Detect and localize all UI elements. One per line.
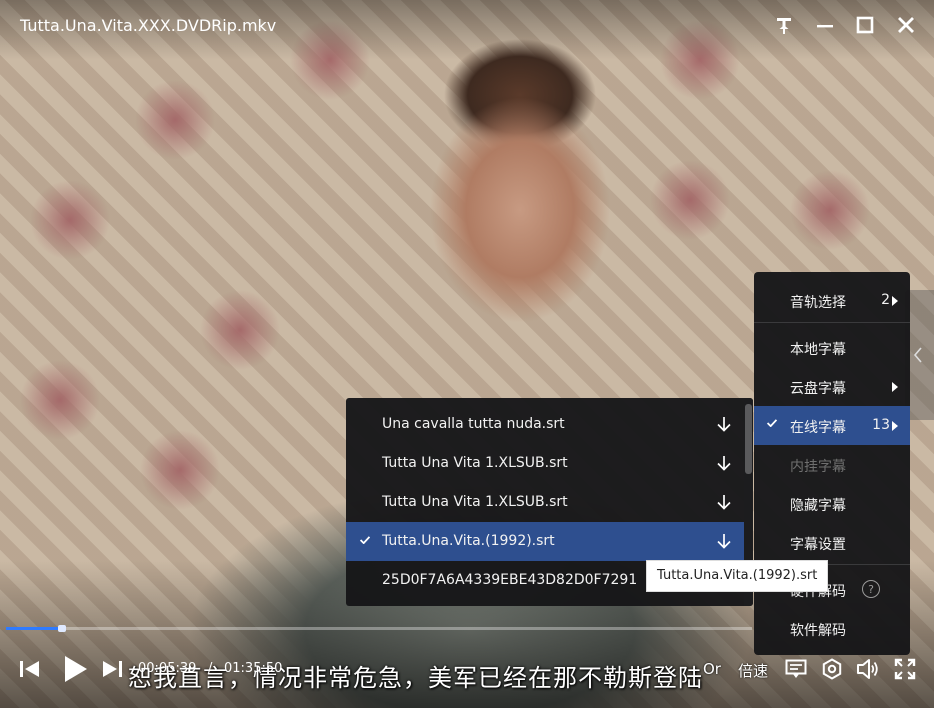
menu-item-cloud-subtitle[interactable]: 云盘字幕 bbox=[754, 367, 910, 406]
window-title: Tutta.Una.Vita.XXX.DVDRip.mkv bbox=[20, 16, 277, 35]
menu-item-subtitle-settings[interactable]: 字幕设置 bbox=[754, 523, 910, 562]
close-icon[interactable] bbox=[894, 13, 918, 37]
menu-item-label: 软件解码 bbox=[790, 623, 846, 639]
menu-item-count: 2 bbox=[881, 292, 890, 308]
menu-item-software-decode[interactable]: 软件解码 bbox=[754, 609, 910, 648]
menu-divider bbox=[754, 322, 910, 323]
subtitle-name: Tutta Una Vita 1.XLSUB.srt bbox=[382, 494, 568, 510]
minimize-icon[interactable] bbox=[813, 13, 837, 37]
fullscreen-icon[interactable] bbox=[893, 657, 917, 681]
subtitle-item[interactable]: Tutta Una Vita 1.XLSUB.srt bbox=[346, 483, 744, 522]
pin-icon[interactable] bbox=[772, 13, 796, 37]
rate-label[interactable]: Or bbox=[703, 660, 721, 678]
menu-item-online-subtitle[interactable]: 在线字幕 13 bbox=[754, 406, 910, 445]
menu-item-count: 13 bbox=[872, 417, 890, 433]
submenu-arrow-icon bbox=[892, 382, 898, 392]
subtitle-name: Una cavalla tutta nuda.srt bbox=[382, 416, 565, 432]
speed-button[interactable]: 倍速 bbox=[738, 660, 768, 681]
scrollbar-thumb[interactable] bbox=[745, 404, 752, 474]
time-separator: / bbox=[208, 661, 213, 676]
menu-item-hide-subtitle[interactable]: 隐藏字幕 bbox=[754, 484, 910, 523]
progress-bar[interactable] bbox=[6, 625, 752, 632]
menu-item-label: 字幕设置 bbox=[790, 537, 846, 553]
menu-item-label: 音轨选择 bbox=[790, 295, 846, 311]
current-time: 00:05:39 bbox=[138, 661, 197, 676]
subtitle-icon[interactable] bbox=[784, 657, 808, 681]
menu-item-audio-track[interactable]: 音轨选择 2 bbox=[754, 281, 910, 320]
previous-icon[interactable] bbox=[18, 657, 42, 681]
subtitle-name: Tutta.Una.Vita.(1992).srt bbox=[382, 533, 555, 549]
subtitle-item[interactable]: Una cavalla tutta nuda.srt bbox=[346, 405, 744, 444]
menu-item-embedded-subtitle: 内挂字幕 bbox=[754, 445, 910, 484]
submenu-arrow-icon bbox=[892, 296, 898, 306]
progress-knob[interactable] bbox=[58, 625, 67, 632]
menu-item-label: 内挂字幕 bbox=[790, 459, 846, 475]
menu-item-label: 云盘字幕 bbox=[790, 381, 846, 397]
subtitle-text: 恕我直言，情况非常危急，美军已经在那不勒斯登陆 bbox=[128, 664, 703, 692]
context-menu: 音轨选择 2 本地字幕 云盘字幕 在线字幕 13 内挂字幕 隐藏字幕 字幕设置 … bbox=[754, 272, 910, 655]
download-icon[interactable] bbox=[716, 494, 732, 510]
submenu-arrow-icon bbox=[892, 421, 898, 431]
check-icon bbox=[766, 419, 778, 427]
subtitle-name: 25D0F7A6A4339EBE43D82D0F7291 bbox=[382, 572, 638, 588]
subtitle-item[interactable]: Tutta Una Vita 1.XLSUB.srt bbox=[346, 444, 744, 483]
menu-item-label: 隐藏字幕 bbox=[790, 498, 846, 514]
subtitle-item-selected[interactable]: Tutta.Una.Vita.(1992).srt bbox=[346, 522, 744, 561]
maximize-icon[interactable] bbox=[853, 13, 877, 37]
subtitle-tooltip: Tutta.Una.Vita.(1992).srt bbox=[646, 560, 829, 592]
subtitle-name: Tutta Una Vita 1.XLSUB.srt bbox=[382, 455, 568, 471]
download-icon[interactable] bbox=[716, 533, 732, 549]
help-icon[interactable]: ? bbox=[862, 580, 880, 598]
volume-icon[interactable] bbox=[856, 657, 880, 681]
menu-item-local-subtitle[interactable]: 本地字幕 bbox=[754, 328, 910, 367]
total-time: 01:35:50 bbox=[224, 661, 283, 676]
download-icon[interactable] bbox=[716, 416, 732, 432]
next-icon[interactable] bbox=[100, 657, 124, 681]
settings-icon[interactable] bbox=[820, 657, 844, 681]
play-icon[interactable] bbox=[60, 654, 90, 684]
progress-fill bbox=[6, 627, 63, 630]
check-icon bbox=[359, 536, 371, 544]
chevron-left-icon bbox=[913, 347, 922, 363]
menu-item-label: 在线字幕 bbox=[790, 420, 846, 436]
download-icon[interactable] bbox=[716, 455, 732, 471]
menu-item-label: 本地字幕 bbox=[790, 342, 846, 358]
